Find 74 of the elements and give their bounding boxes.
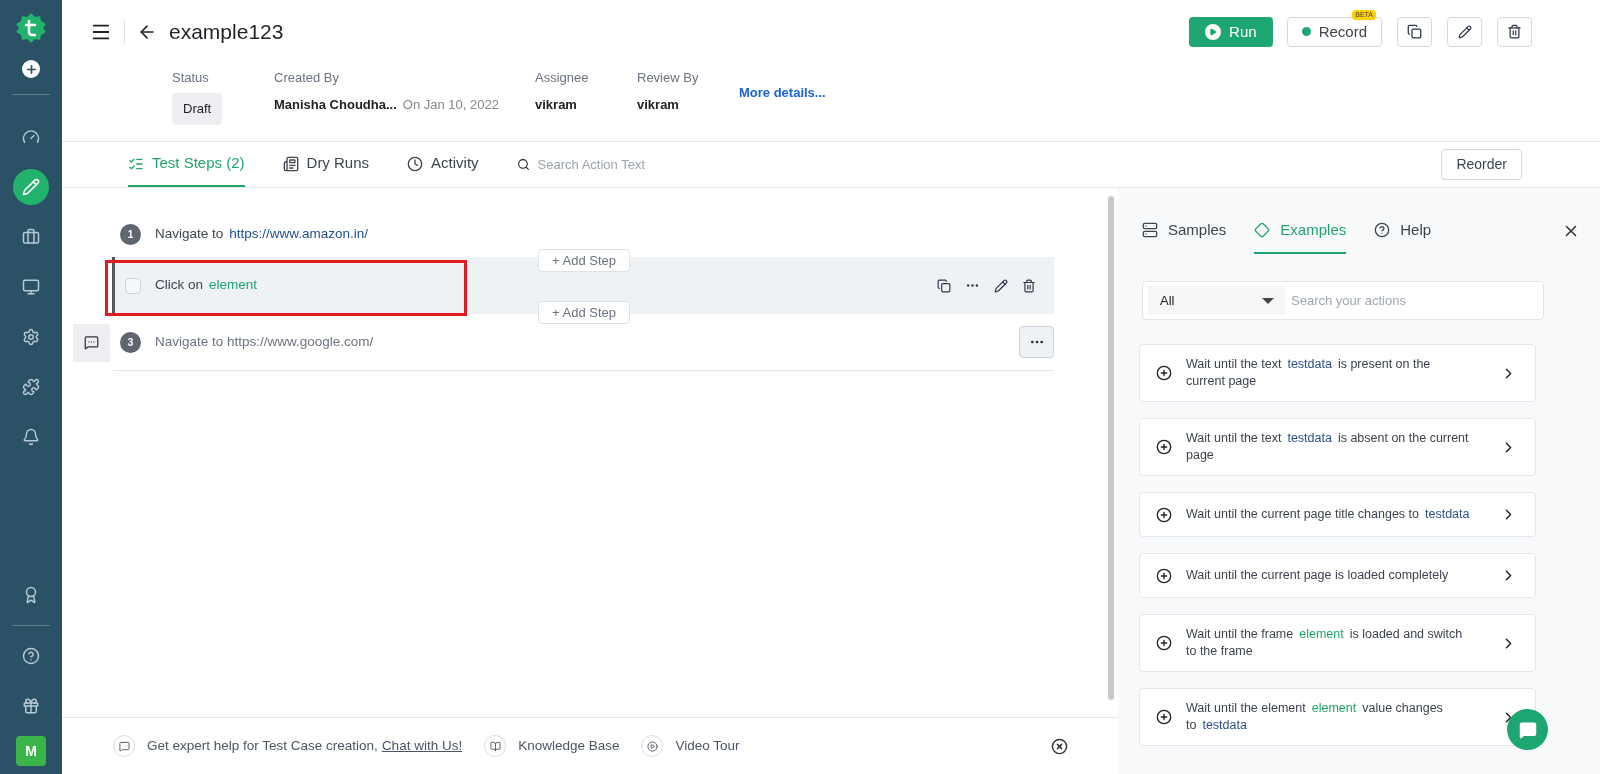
field-label: Created By bbox=[274, 68, 341, 87]
add-icon[interactable] bbox=[22, 60, 40, 78]
add-step-button[interactable]: + Add Step bbox=[538, 301, 630, 324]
edit-icon[interactable] bbox=[994, 278, 1008, 293]
stack-icon bbox=[1142, 222, 1158, 238]
search-icon bbox=[516, 158, 530, 171]
edit-button[interactable] bbox=[1447, 16, 1482, 47]
step-number: 1 bbox=[120, 224, 141, 245]
example-card[interactable]: Wait until the current page is loaded completely bbox=[1139, 553, 1536, 598]
chat-button[interactable] bbox=[1507, 709, 1548, 750]
example-card[interactable]: Wait until the element element value changes to testdata bbox=[1139, 688, 1536, 746]
example-text: Wait until the element element value changes to testdata bbox=[1186, 700, 1444, 734]
field-label: Assignee bbox=[535, 68, 590, 87]
add-icon bbox=[1156, 506, 1172, 523]
example-text: Wait until the frame element is loaded and switch to the frame bbox=[1186, 626, 1464, 660]
copy-icon bbox=[1407, 24, 1422, 40]
example-card[interactable]: Wait until the text testdata is absent on the current page bbox=[1139, 418, 1536, 476]
help-icon bbox=[1374, 222, 1391, 238]
reorder-button[interactable]: Reorder bbox=[1441, 149, 1522, 180]
pencil-icon[interactable] bbox=[13, 169, 49, 205]
help-text: Get expert help for Test Case creation, bbox=[147, 736, 378, 755]
add-step-button[interactable]: + Add Step bbox=[538, 249, 630, 272]
delete-button[interactable] bbox=[1497, 16, 1532, 47]
trash-icon bbox=[1507, 24, 1522, 40]
document-icon bbox=[282, 155, 299, 172]
copy-icon[interactable] bbox=[937, 278, 951, 293]
close-icon[interactable] bbox=[1051, 737, 1068, 755]
clock-icon bbox=[407, 155, 424, 172]
add-icon bbox=[1156, 439, 1172, 455]
comment-button[interactable] bbox=[72, 323, 110, 362]
comment-icon bbox=[83, 335, 99, 350]
more-details-link[interactable]: More details... bbox=[739, 82, 826, 102]
status-badge: Draft bbox=[172, 93, 223, 125]
action-search-field[interactable]: All Search your actions bbox=[1142, 281, 1544, 320]
page-title: example123 bbox=[169, 19, 284, 45]
example-text: Wait until the text testdata is present on the current page bbox=[1186, 356, 1432, 390]
delete-icon[interactable] bbox=[1022, 278, 1036, 293]
diamond-icon bbox=[1254, 222, 1271, 238]
add-icon bbox=[1156, 709, 1172, 725]
caret-icon bbox=[1262, 297, 1274, 304]
logo-icon[interactable] bbox=[15, 12, 47, 44]
filter-dropdown[interactable]: All bbox=[1148, 286, 1286, 315]
message-icon bbox=[1518, 720, 1537, 739]
tab[interactable]: Activity bbox=[407, 142, 479, 187]
created-date: On Jan 10, 2022 bbox=[402, 96, 499, 114]
field-value: Manisha Choudha... bbox=[274, 96, 397, 114]
step-checkbox[interactable] bbox=[125, 277, 141, 294]
panel-tab[interactable]: Help bbox=[1374, 208, 1432, 254]
pencil-icon bbox=[1457, 24, 1472, 39]
step-text: Navigate to https://www.google.com/ bbox=[155, 332, 374, 351]
search-field[interactable]: Search Action Text bbox=[537, 154, 678, 175]
add-icon bbox=[1156, 567, 1172, 584]
add-icon bbox=[1156, 365, 1172, 381]
step-text: Click on element bbox=[155, 276, 258, 295]
copy-button[interactable] bbox=[1397, 16, 1432, 47]
chat-link[interactable]: Chat with Us! bbox=[381, 735, 463, 757]
field-value: vikram bbox=[637, 96, 679, 114]
step-number: 3 bbox=[120, 331, 141, 353]
knowledge-base-link[interactable]: Knowledge Base bbox=[518, 735, 620, 757]
add-icon bbox=[1156, 635, 1172, 651]
tab[interactable]: Dry Runs bbox=[282, 142, 370, 187]
video-tour-link[interactable]: Video Tour bbox=[675, 735, 740, 757]
field-label: Review By bbox=[637, 68, 700, 87]
field-label: Status bbox=[172, 68, 210, 87]
step-text: Navigate to https://www.amazon.in/ bbox=[155, 225, 369, 244]
field-value: vikram bbox=[535, 96, 577, 114]
panel-tab[interactable]: Samples bbox=[1142, 208, 1227, 254]
example-card[interactable]: Wait until the current page title changes to testdata bbox=[1139, 492, 1536, 537]
example-card[interactable]: Wait until the text testdata is present on the current page bbox=[1139, 344, 1536, 402]
example-text: Wait until the current page is loaded completely bbox=[1186, 567, 1450, 584]
example-text: Wait until the text testdata is absent on the current page bbox=[1186, 430, 1470, 464]
example-card[interactable]: Wait until the frame element is loaded and switch to the frame bbox=[1139, 614, 1536, 672]
play-icon bbox=[1205, 23, 1222, 40]
example-text: Wait until the current page title changes to testdata bbox=[1186, 506, 1471, 523]
